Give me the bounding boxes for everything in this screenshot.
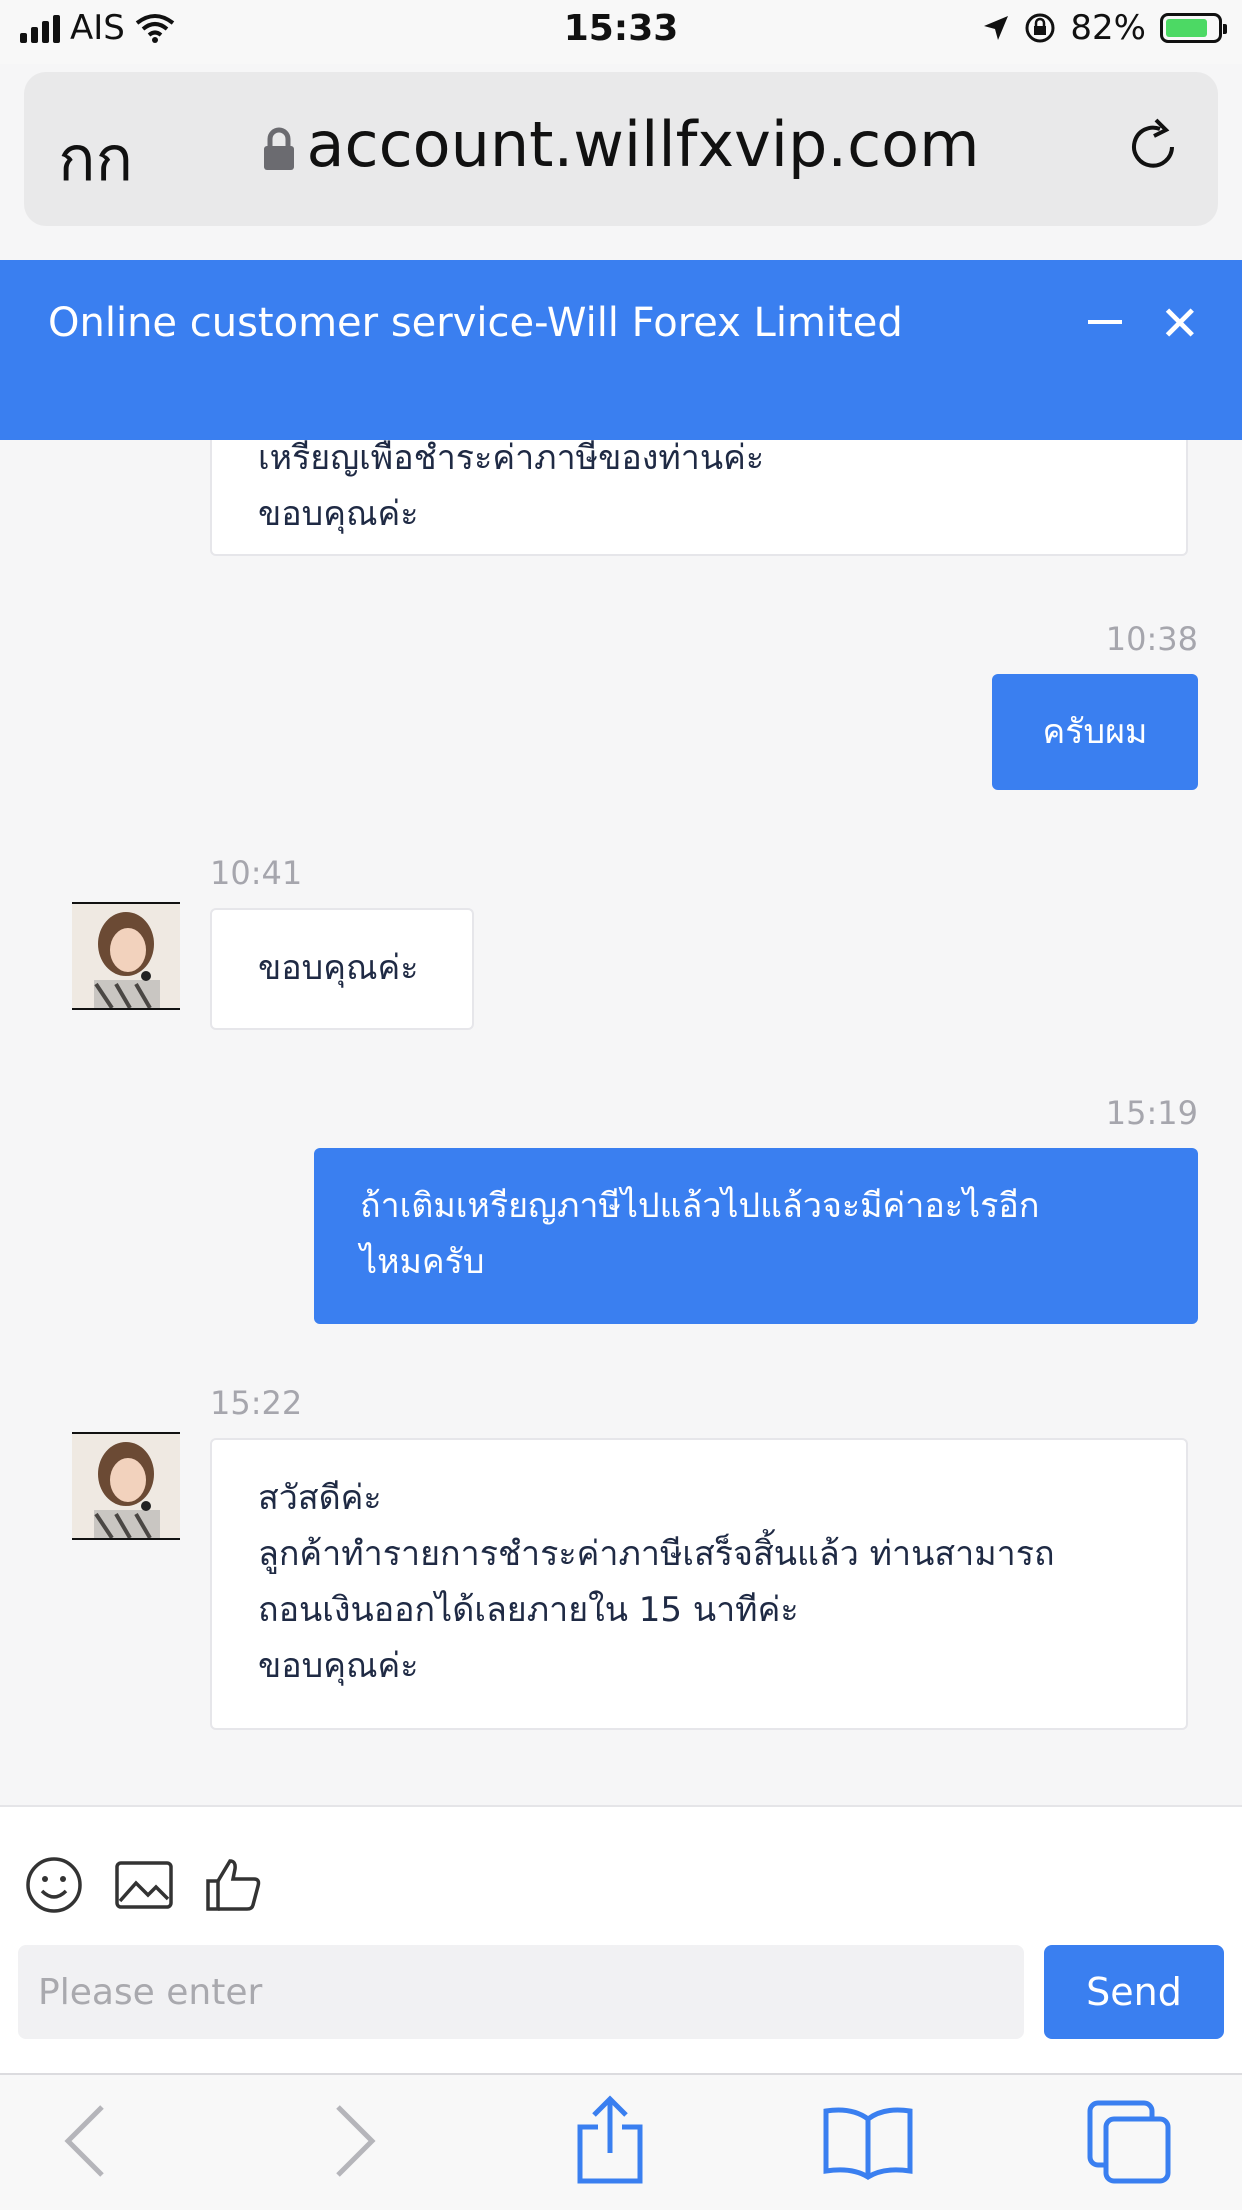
- url-display[interactable]: account.willfxvip.com: [24, 108, 1218, 181]
- browser-toolbar: [0, 2073, 1242, 2210]
- message-bubble-agent: สวัสดีค่ะ ลูกค้าทำรายการชำระค่าภาษีเสร็จ…: [210, 1438, 1188, 1730]
- status-bar: AIS 15:33 82%: [0, 0, 1242, 64]
- message-composer: Send: [0, 1805, 1242, 2075]
- chat-title: Online customer service-Will Forex Limit…: [48, 300, 903, 346]
- battery-percent: 82%: [1070, 8, 1146, 48]
- message-time: 15:19: [1105, 1094, 1198, 1132]
- message-line: ครับผม: [1042, 712, 1148, 752]
- message-line: ลูกค้าทำรายการชำระค่าภาษีเสร็จสิ้นแล้ว ท…: [258, 1534, 1055, 1574]
- message-time: 10:41: [210, 854, 303, 892]
- reload-icon[interactable]: [1122, 116, 1184, 178]
- message-line: ขอบคุณค่ะ: [258, 494, 419, 534]
- back-icon[interactable]: [60, 2103, 110, 2179]
- agent-avatar: [72, 902, 180, 1010]
- message-bubble-agent: ขอบคุณค่ะ: [210, 908, 474, 1030]
- message-line: ไหมครับ: [360, 1242, 485, 1282]
- image-icon[interactable]: [114, 1855, 174, 1915]
- battery-icon: [1160, 13, 1227, 43]
- message-line: ขอบคุณค่ะ: [258, 1646, 419, 1686]
- share-icon[interactable]: [572, 2093, 648, 2185]
- lock-icon: [264, 127, 295, 170]
- message-bubble-user: ถ้าเติมเหรียญภาษีไปแล้วไปแล้วจะมีค่าอะไร…: [314, 1148, 1198, 1324]
- bookmarks-icon[interactable]: [822, 2105, 914, 2181]
- emoji-icon[interactable]: [24, 1855, 84, 1915]
- status-right: 82%: [982, 8, 1227, 48]
- agent-avatar: [72, 1432, 180, 1540]
- message-line: ถอนเงินออกได้เลยภายใน 15 นาทีค่ะ: [258, 1590, 799, 1630]
- agent-photo: [72, 904, 180, 1008]
- message-line: สวัสดีค่ะ: [258, 1478, 382, 1518]
- send-button[interactable]: Send: [1044, 1945, 1224, 2039]
- forward-icon[interactable]: [330, 2103, 380, 2179]
- message-line: ขอบคุณค่ะ: [258, 948, 419, 988]
- thumbs-up-icon[interactable]: [204, 1855, 264, 1915]
- location-arrow-icon: [984, 16, 1009, 40]
- agent-photo: [72, 1434, 180, 1538]
- close-button[interactable]: ✕: [1160, 300, 1200, 348]
- chat-header: Online customer service-Will Forex Limit…: [0, 260, 1242, 440]
- message-input[interactable]: [18, 1945, 1024, 2039]
- url-text: account.willfxvip.com: [306, 108, 980, 181]
- message-bubble-agent: เหรียญเพื่อชำระค่าภาษีของท่านค่ะ ขอบคุณค…: [210, 440, 1188, 556]
- message-time: 15:22: [210, 1384, 303, 1422]
- tabs-icon[interactable]: [1086, 2099, 1172, 2185]
- rotation-lock-icon: [1025, 13, 1055, 43]
- minimize-button[interactable]: [1088, 320, 1122, 324]
- message-line: ถ้าเติมเหรียญภาษีไปแล้วไปแล้วจะมีค่าอะไร…: [360, 1186, 1040, 1226]
- message-time: 10:38: [1105, 620, 1198, 658]
- address-bar[interactable]: กก account.willfxvip.com: [24, 72, 1218, 226]
- message-bubble-user: ครับผม: [992, 674, 1198, 790]
- message-line: เหรียญเพื่อชำระค่าภาษีของท่านค่ะ: [258, 440, 765, 478]
- chat-messages[interactable]: เหรียญเพื่อชำระค่าภาษีของท่านค่ะ ขอบคุณค…: [0, 440, 1242, 1805]
